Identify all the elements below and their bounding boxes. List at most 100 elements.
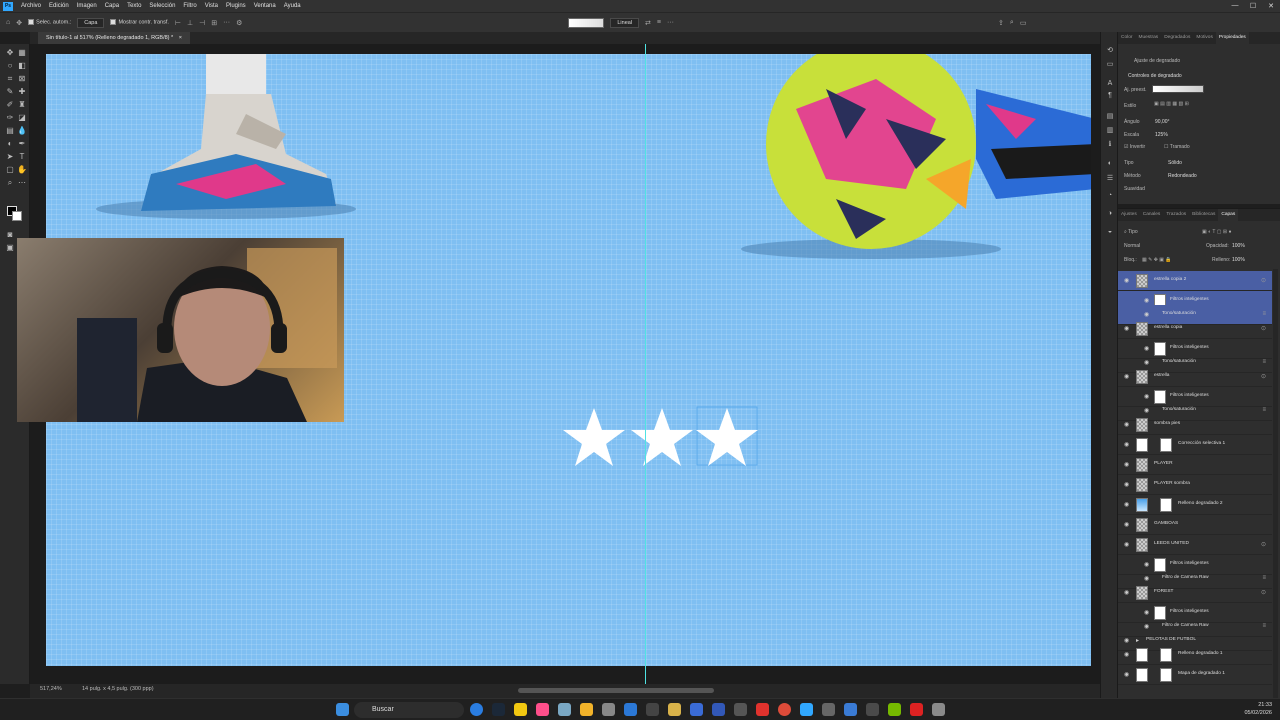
tab-motivos[interactable]: Motivos xyxy=(1193,32,1216,44)
maximize-button[interactable]: ☐ xyxy=(1244,2,1262,10)
visibility-eye-icon[interactable]: ◉ xyxy=(1124,541,1132,549)
layer-row[interactable]: ◉ sombra pies xyxy=(1118,415,1272,435)
layer-row[interactable]: ◉ FOREST ⊙ xyxy=(1118,583,1272,603)
zoom-tool-icon[interactable]: ⌕ xyxy=(5,178,15,188)
close-window-button[interactable]: ✕ xyxy=(1262,2,1280,10)
channels-icon[interactable]: ◑ xyxy=(1105,210,1115,220)
tab-trazados[interactable]: Trazados xyxy=(1163,209,1189,221)
menu-vista[interactable]: Vista xyxy=(201,0,222,12)
app-icon-pink[interactable] xyxy=(536,703,549,716)
document-tab[interactable]: Sin título-1 al 517% (Relleno degradado … xyxy=(38,32,190,44)
path-select-tool-icon[interactable]: ➤ xyxy=(5,152,15,162)
move-tool-icon[interactable]: ✥ xyxy=(5,48,15,58)
steam-icon[interactable] xyxy=(492,703,505,716)
lightroom-classic-icon[interactable] xyxy=(690,703,703,716)
layers-scrollbar[interactable] xyxy=(1273,269,1278,699)
comments-icon[interactable]: ▭ xyxy=(1105,60,1115,70)
photoshop-taskbar-icon[interactable] xyxy=(800,703,813,716)
tab-propiedades[interactable]: Propiedades xyxy=(1215,32,1249,44)
home-icon[interactable]: ⌂ xyxy=(6,19,10,26)
app-icon-grey[interactable] xyxy=(602,703,615,716)
eyedropper-tool-icon[interactable]: ✎ xyxy=(5,87,15,97)
visibility-eye-icon[interactable]: ◉ xyxy=(1144,407,1152,415)
menu-texto[interactable]: Texto xyxy=(123,0,145,12)
zoom-level[interactable]: 517,24% xyxy=(40,686,62,692)
auto-select-target-dropdown[interactable]: Capa xyxy=(77,17,105,28)
layer-comps-icon[interactable]: ▥ xyxy=(1105,126,1115,136)
align-right-icon[interactable]: ⊣ xyxy=(199,19,205,27)
layer-row[interactable]: ◉ Corrección selectiva 1 xyxy=(1118,435,1272,455)
close-tab-icon[interactable]: × xyxy=(179,35,182,41)
search-icon[interactable]: ⌕ xyxy=(1010,19,1014,27)
screen-mode-icon[interactable]: ▣ xyxy=(5,243,15,253)
blur-tool-icon[interactable]: 💧 xyxy=(17,126,27,136)
brave-icon[interactable] xyxy=(756,703,769,716)
visibility-eye-icon[interactable]: ◉ xyxy=(1124,421,1132,429)
workspace-icon[interactable]: ▭ xyxy=(1020,19,1027,27)
tab-canales[interactable]: Canales xyxy=(1140,209,1164,221)
filter-options-icon[interactable]: ≡ xyxy=(1262,407,1266,413)
visibility-eye-icon[interactable]: ◉ xyxy=(1144,345,1152,353)
menu-plugins[interactable]: Plugins xyxy=(222,0,250,12)
settings-icon[interactable] xyxy=(932,703,945,716)
app-icon-shortcut[interactable] xyxy=(734,703,747,716)
app-icon-disc[interactable] xyxy=(866,703,879,716)
tab-color[interactable]: Color xyxy=(1118,32,1135,44)
quick-mask-icon[interactable]: ◙ xyxy=(5,230,15,240)
tab-bibliotecas[interactable]: Bibliotecas xyxy=(1189,209,1218,221)
visibility-eye-icon[interactable]: ◉ xyxy=(1124,481,1132,489)
visibility-eye-icon[interactable]: ◉ xyxy=(1124,277,1132,285)
settings-gear-icon[interactable]: ⚙ xyxy=(236,19,242,27)
history-icon[interactable]: ⟲ xyxy=(1105,46,1115,56)
reverse-icon[interactable]: ⇄ xyxy=(645,19,651,27)
object-select-tool-icon[interactable]: ◧ xyxy=(17,61,27,71)
menu-archivo[interactable]: Archivo xyxy=(17,0,45,12)
type-tool-icon[interactable]: T xyxy=(17,152,27,162)
history-brush-tool-icon[interactable]: ✑ xyxy=(5,113,15,123)
more-options-2-icon[interactable]: ··· xyxy=(667,19,674,26)
visibility-eye-icon[interactable]: ◉ xyxy=(1124,589,1132,597)
edge-icon[interactable] xyxy=(470,703,483,716)
layer-mask-thumbnail[interactable] xyxy=(1160,438,1172,452)
gradient-preview[interactable] xyxy=(568,17,605,28)
visibility-eye-icon[interactable]: ◉ xyxy=(1124,651,1132,659)
invert-checkbox[interactable]: ☑ Invertir xyxy=(1124,144,1145,150)
shape-tool-icon[interactable]: ▢ xyxy=(5,165,15,175)
folder-icon[interactable]: ▸ xyxy=(1136,637,1144,645)
more-options-icon[interactable]: ··· xyxy=(223,19,230,26)
paths-icon[interactable]: ◒ xyxy=(1105,228,1115,238)
taskbar-clock[interactable]: 21:33 05/02/2026 xyxy=(1244,701,1272,717)
visibility-eye-icon[interactable]: ◉ xyxy=(1124,671,1132,679)
paragraph-icon[interactable]: ¶ xyxy=(1105,92,1115,102)
styles-icon[interactable]: ◔ xyxy=(1105,192,1115,202)
visibility-eye-icon[interactable]: ◉ xyxy=(1124,521,1132,529)
layer-row[interactable]: ◉ Relleno degradado 1 xyxy=(1118,645,1272,665)
visibility-eye-icon[interactable]: ◉ xyxy=(1124,373,1132,381)
app-icon-cloud[interactable] xyxy=(844,703,857,716)
visibility-eye-icon[interactable]: ◉ xyxy=(1124,325,1132,333)
visibility-eye-icon[interactable]: ◉ xyxy=(1144,311,1152,319)
layer-row[interactable]: ◉ Mapa de degradado 1 xyxy=(1118,665,1272,685)
show-transform-controls-checkbox[interactable]: Mostrar contr. transf. xyxy=(110,19,169,26)
character-icon[interactable]: A xyxy=(1105,80,1115,90)
properties-icon[interactable]: ☰ xyxy=(1105,174,1115,184)
filter-options-icon[interactable]: ≡ xyxy=(1262,359,1266,365)
visibility-eye-icon[interactable]: ◉ xyxy=(1144,609,1152,617)
brush-tool-icon[interactable]: ✐ xyxy=(5,100,15,110)
menu-edicion[interactable]: Edición xyxy=(45,0,73,12)
visibility-eye-icon[interactable]: ◉ xyxy=(1124,637,1132,645)
layer-row[interactable]: ◉ LEEDS UNITED ⊙ xyxy=(1118,535,1272,555)
start-icon[interactable] xyxy=(336,703,349,716)
visibility-eye-icon[interactable]: ◉ xyxy=(1144,623,1152,631)
align-center-icon[interactable]: ⊥ xyxy=(187,19,193,27)
vertical-guide[interactable] xyxy=(645,44,646,684)
libraries-icon[interactable]: ▤ xyxy=(1105,112,1115,122)
notepad-icon[interactable] xyxy=(558,703,571,716)
angle-value[interactable]: 90,00° xyxy=(1155,119,1170,125)
menu-imagen[interactable]: Imagen xyxy=(73,0,101,12)
distribute-icon[interactable]: ⊞ xyxy=(211,19,217,27)
stars-group[interactable] xyxy=(562,406,762,470)
pen-tool-icon[interactable]: ✒ xyxy=(17,139,27,149)
file-explorer-icon[interactable] xyxy=(580,703,593,716)
layer-row[interactable]: ◉ GAMBOAS xyxy=(1118,515,1272,535)
